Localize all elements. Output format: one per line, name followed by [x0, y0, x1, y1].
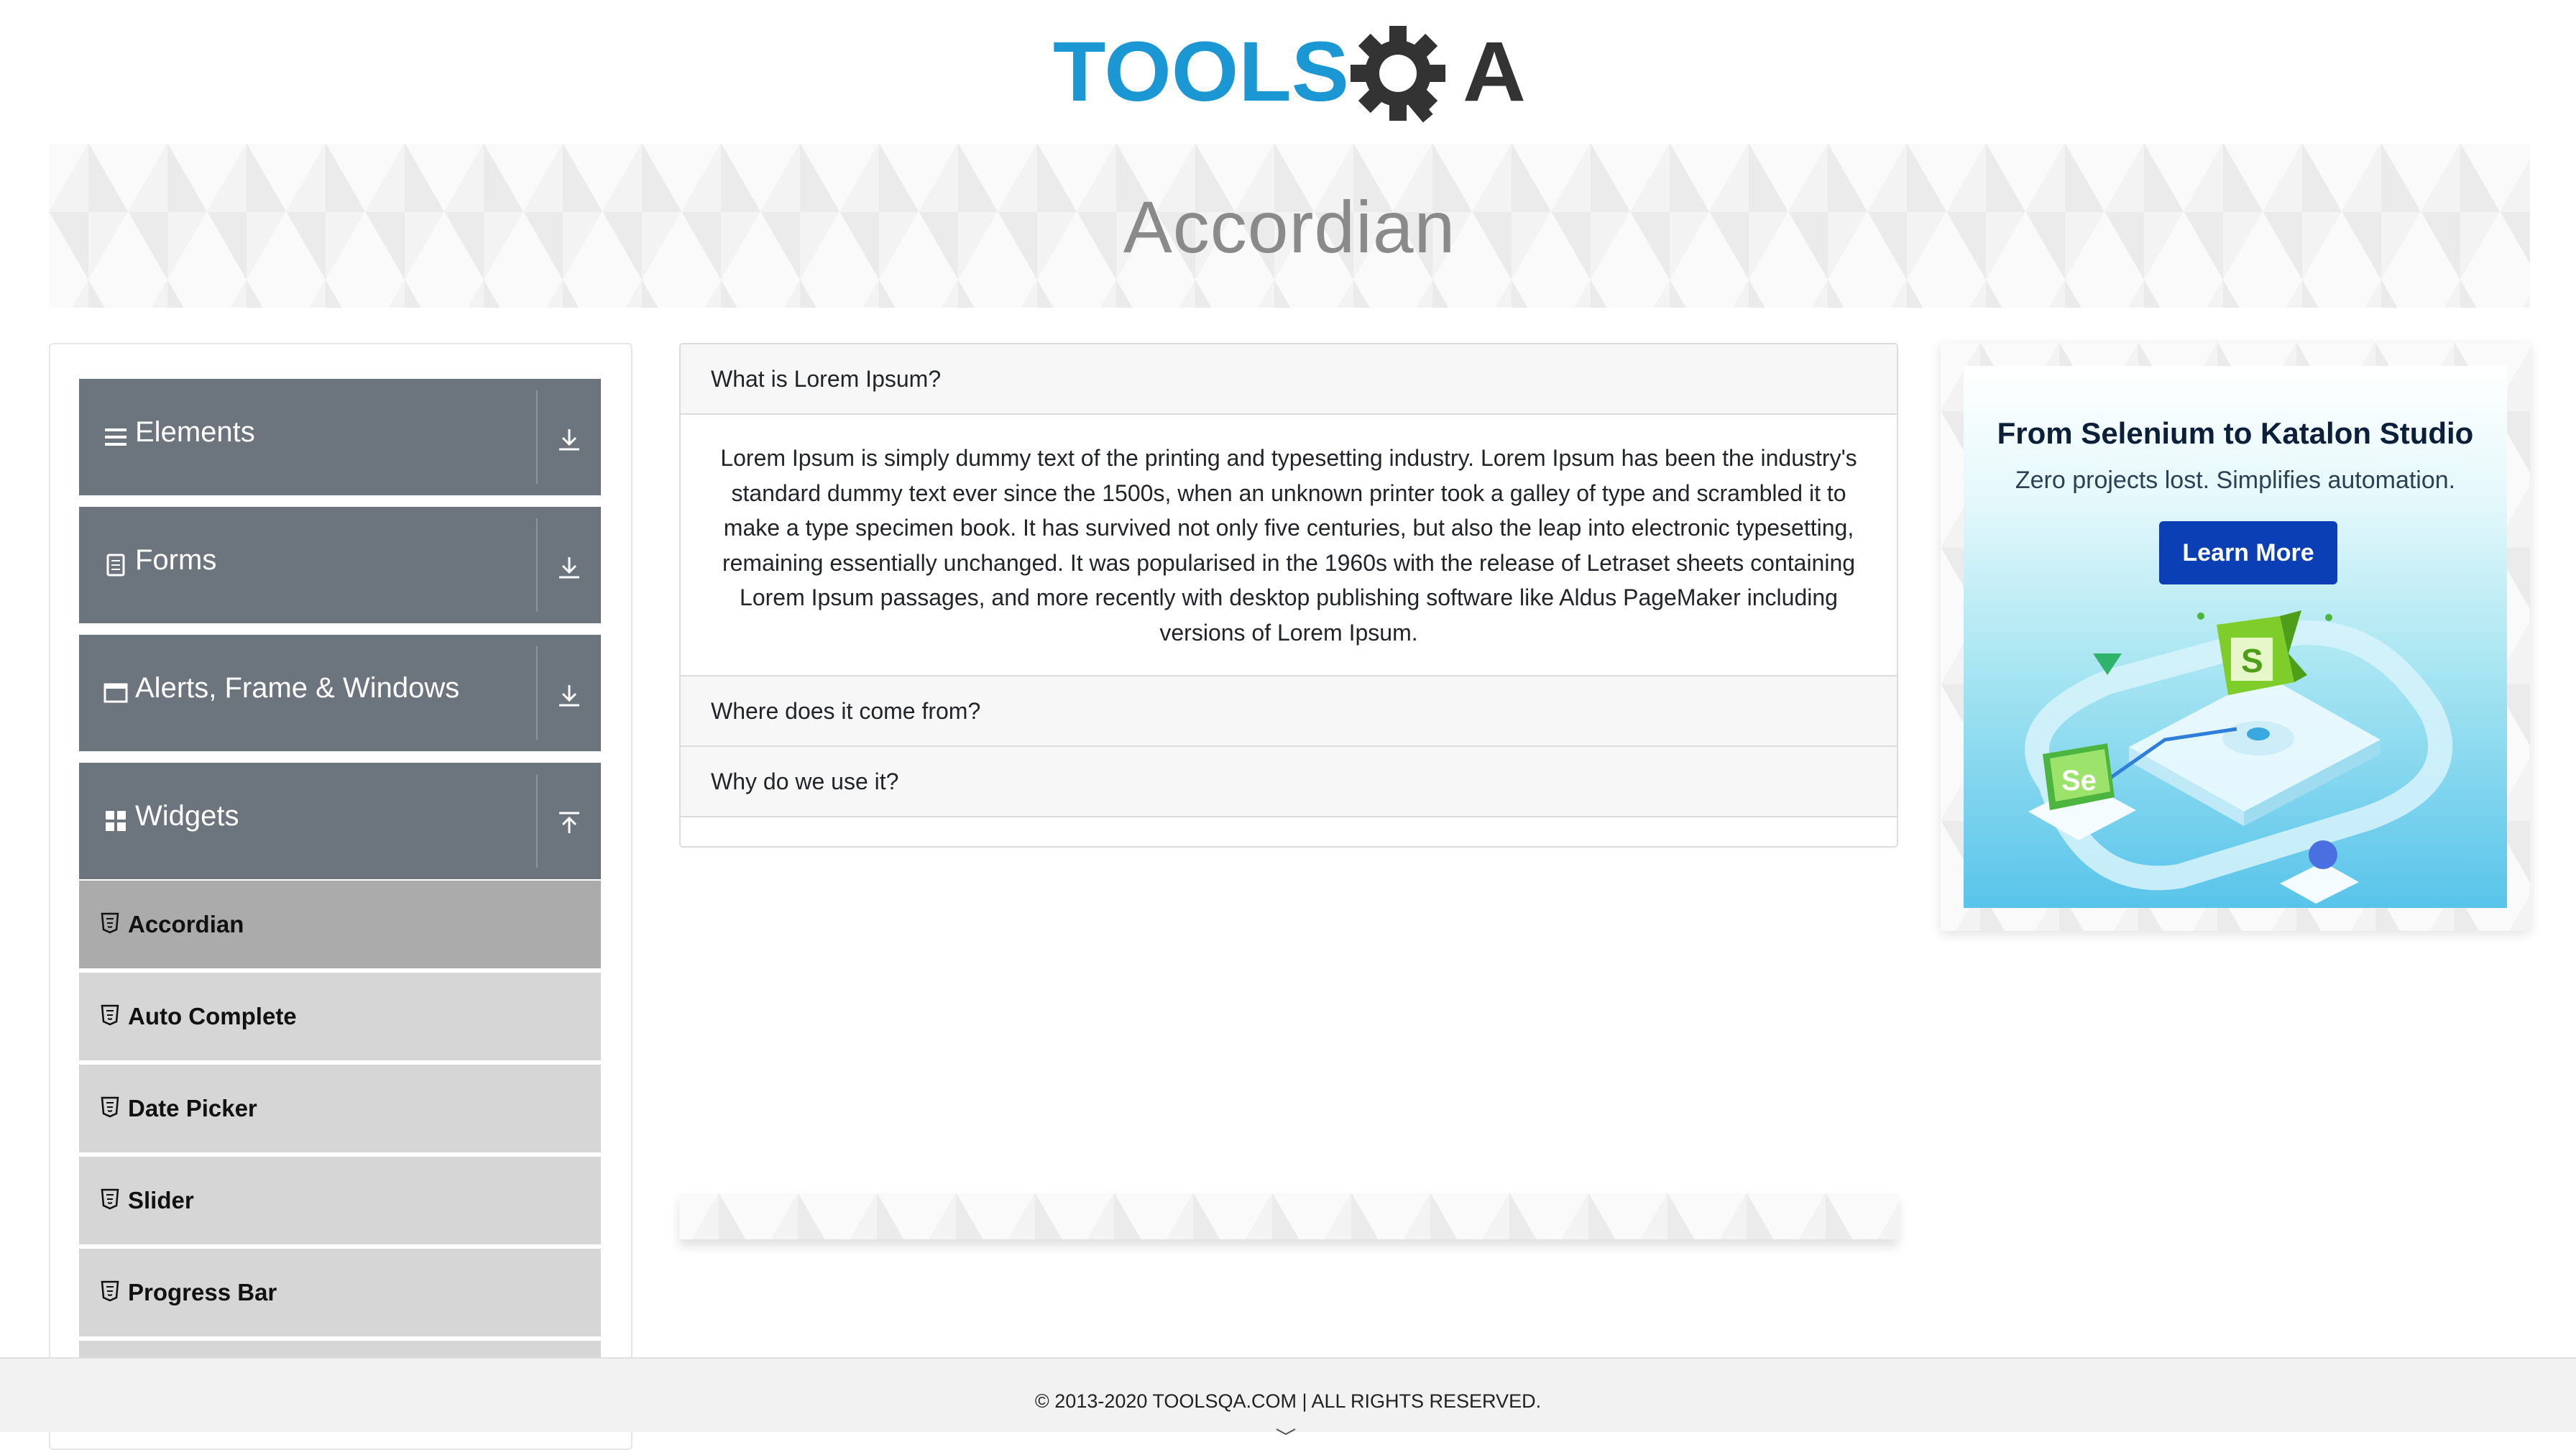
- accordion-section-1-header[interactable]: What is Lorem Ipsum?: [681, 344, 1897, 415]
- html5-shield-icon: [101, 1096, 119, 1118]
- gear-magnifier-icon: [1351, 26, 1445, 123]
- download-arrow-icon: [559, 429, 579, 451]
- accordion-section-2-header[interactable]: Where does it come from?: [681, 676, 1897, 747]
- page-banner: Accordian: [49, 144, 2530, 308]
- accordion-section-1-body: Lorem Ipsum is simply dummy text of the …: [681, 415, 1897, 676]
- ad-illustration: Se S: [2025, 610, 2453, 904]
- divider: [536, 646, 538, 740]
- ad-subtitle: Zero projects lost. Simplifies automatio…: [2015, 467, 2456, 494]
- ad-card[interactable]: From Selenium to Katalon Studio Zero pro…: [1964, 366, 2507, 908]
- sidebar-item-accordian[interactable]: Accordian: [79, 881, 601, 970]
- sidebar-group-forms[interactable]: Forms: [79, 507, 601, 623]
- sidebar-group-alerts-frame-windows[interactable]: Alerts, Frame & Windows: [79, 635, 601, 751]
- sidebar-item-label: Accordian: [128, 911, 244, 937]
- content-footer-banner: [679, 1193, 1898, 1239]
- logo-text-tools: TOOLS: [1053, 24, 1349, 119]
- ad-badge-katalon: S: [2241, 642, 2263, 679]
- accordion-heading: What is Lorem Ipsum?: [711, 366, 942, 392]
- divider: [536, 518, 538, 612]
- sidebar-item-label: Slider: [128, 1187, 194, 1213]
- grid-icon: [106, 811, 126, 831]
- accordion-heading: Why do we use it?: [711, 768, 899, 794]
- menu-lines-icon: [105, 428, 126, 446]
- katalon-logo-icon: S: [2217, 610, 2307, 695]
- html5-shield-icon: [101, 1280, 119, 1302]
- sidebar-group-label: Elements: [135, 416, 255, 448]
- page-footer: © 2013-2020 TOOLSQA.COM | ALL RIGHTS RES…: [0, 1357, 2576, 1435]
- page-title: Accordian: [1123, 186, 1456, 268]
- sidebar-item-auto-complete[interactable]: Auto Complete: [79, 973, 601, 1062]
- sidebar-item-label: Date Picker: [128, 1095, 257, 1121]
- sidebar-group-label: Forms: [135, 544, 217, 576]
- sidebar-group-label: Widgets: [135, 800, 239, 832]
- divider: [536, 390, 538, 484]
- ad-badge-selenium: Se: [2061, 765, 2097, 797]
- accordion: What is Lorem Ipsum? Lorem Ipsum is simp…: [679, 343, 1898, 848]
- divider: [536, 774, 538, 868]
- katalon-ad[interactable]: From Selenium to Katalon Studio Zero pro…: [1941, 343, 2530, 931]
- download-arrow-icon: [559, 685, 579, 707]
- sidebar-group-label: Alerts, Frame & Windows: [135, 672, 460, 704]
- sidebar-item-label: Progress Bar: [128, 1279, 277, 1306]
- html5-shield-icon: [101, 1004, 119, 1026]
- logo-text-a: A: [1463, 24, 1526, 119]
- html5-shield-icon: [101, 912, 119, 934]
- toolsqa-logo[interactable]: TOOLS A: [1053, 20, 1527, 135]
- learn-more-button[interactable]: Learn More: [2159, 521, 2337, 584]
- sidebar-group-elements[interactable]: Elements: [79, 379, 601, 495]
- form-icon: [106, 554, 125, 577]
- sidebar-item-date-picker[interactable]: Date Picker: [79, 1065, 601, 1154]
- sidebar-item-label: Auto Complete: [128, 1003, 297, 1029]
- sidebar-item-progress-bar[interactable]: Progress Bar: [79, 1249, 601, 1338]
- html5-shield-icon: [101, 1188, 119, 1210]
- sidebar-group-widgets[interactable]: Widgets: [79, 763, 601, 879]
- ad-title: From Selenium to Katalon Studio: [1997, 416, 2474, 450]
- left-sidebar: Elements Forms Alerts, Frame & Windows W…: [49, 343, 632, 1450]
- accordion-section-3-header[interactable]: Why do we use it?: [681, 747, 1897, 817]
- upload-arrow-icon: [559, 812, 579, 833]
- sidebar-item-slider[interactable]: Slider: [79, 1157, 601, 1246]
- chevron-down-icon[interactable]: [1275, 1428, 1297, 1435]
- download-arrow-icon: [559, 557, 579, 579]
- copyright-text: © 2013-2020 TOOLSQA.COM | ALL RIGHTS RES…: [1034, 1390, 1542, 1412]
- window-icon: [104, 683, 128, 703]
- accordion-heading: Where does it come from?: [711, 698, 981, 724]
